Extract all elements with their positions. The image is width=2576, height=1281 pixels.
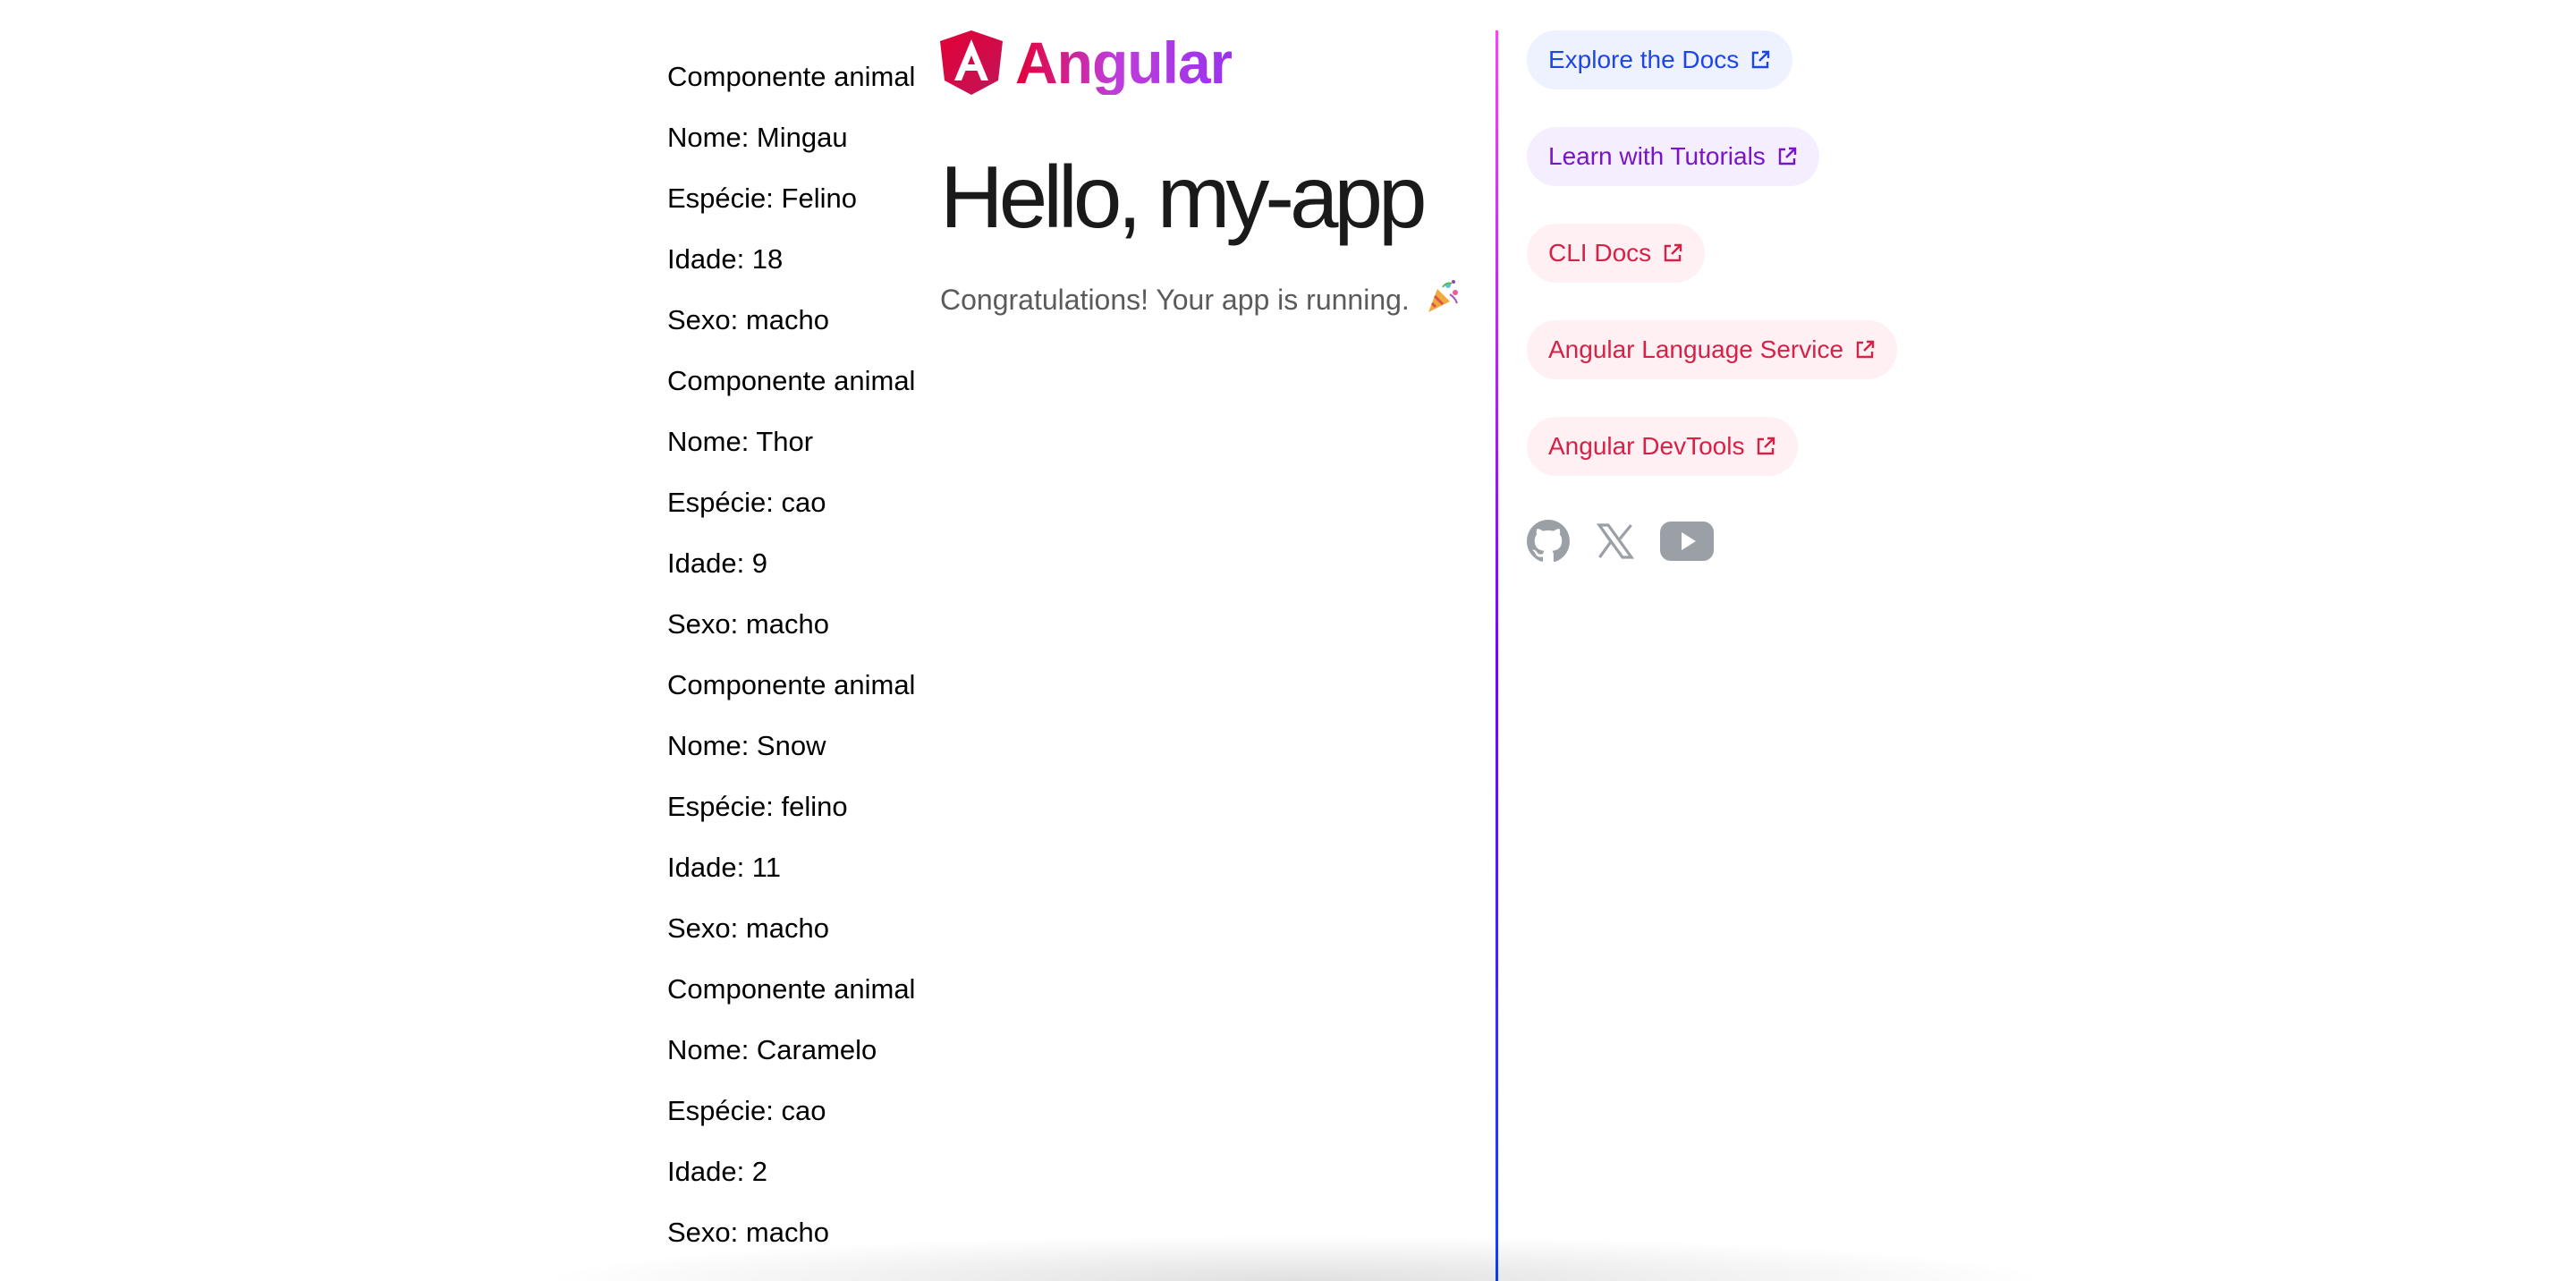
resource-links: Explore the Docs Learn with Tutorials CL… (1527, 30, 1898, 513)
animal-sex: Sexo: macho (667, 304, 829, 335)
animal-card: Componente animal Nome: Mingau Espécie: … (667, 57, 936, 361)
github-icon[interactable] (1526, 519, 1571, 564)
animal-name: Nome: Caramelo (667, 1034, 877, 1065)
link-label: Angular DevTools (1548, 432, 1745, 460)
animal-card: Componente animal Nome: Snow Espécie: fe… (667, 666, 936, 970)
devtools-link[interactable]: Angular DevTools (1527, 417, 1799, 476)
animal-species: Espécie: cao (667, 1095, 826, 1126)
animal-species: Espécie: cao (667, 487, 826, 518)
animal-heading: Componente animal (667, 61, 916, 92)
animal-heading: Componente animal (667, 669, 916, 700)
external-link-icon (1664, 243, 1682, 262)
page-title: Hello, my-app (940, 148, 1428, 246)
animal-name: Nome: Snow (667, 730, 826, 761)
animal-name: Nome: Thor (667, 426, 814, 457)
animal-age: Idade: 11 (667, 852, 781, 883)
animal-age: Idade: 2 (667, 1156, 768, 1187)
animal-sex: Sexo: macho (667, 1217, 829, 1248)
animal-sex: Sexo: macho (667, 608, 829, 640)
animal-name: Nome: Mingau (667, 122, 848, 153)
link-label: Learn with Tutorials (1548, 142, 1766, 170)
vertical-divider (1496, 30, 1498, 1281)
cli-docs-link[interactable]: CLI Docs (1527, 224, 1706, 283)
link-label: Explore the Docs (1548, 46, 1740, 73)
animal-age: Idade: 9 (667, 547, 768, 579)
animal-heading: Componente animal (667, 973, 916, 1005)
animal-list: Componente animal Nome: Mingau Espécie: … (667, 57, 936, 1274)
x-twitter-icon[interactable] (1594, 520, 1637, 563)
animal-species: Espécie: felino (667, 791, 848, 822)
link-label: Angular Language Service (1548, 335, 1844, 363)
party-popper-icon (1425, 278, 1461, 327)
learn-tutorials-link[interactable]: Learn with Tutorials (1527, 127, 1819, 186)
animal-species: Espécie: Felino (667, 182, 857, 214)
animal-card: Componente animal Nome: Caramelo Espécie… (667, 970, 936, 1274)
external-link-icon (1856, 340, 1875, 359)
subtitle-text: Congratulations! Your app is running. (940, 284, 1410, 316)
link-label: CLI Docs (1548, 239, 1652, 267)
external-link-icon (1758, 437, 1775, 455)
angular-logo: Angular (940, 30, 1233, 96)
angular-wordmark: Angular (1015, 30, 1233, 96)
subtitle: Congratulations! Your app is running. (940, 277, 1461, 327)
app-page: Componente animal Nome: Mingau Espécie: … (0, 0, 2576, 1281)
animal-age: Idade: 18 (667, 243, 784, 275)
animal-heading: Componente animal (667, 365, 916, 396)
explore-docs-link[interactable]: Explore the Docs (1527, 30, 1793, 89)
youtube-icon[interactable] (1660, 521, 1714, 562)
social-links (1526, 519, 1737, 564)
animal-sex: Sexo: macho (667, 912, 829, 944)
external-link-icon (1752, 50, 1770, 69)
angular-shield-icon (940, 30, 1003, 95)
external-link-icon (1778, 147, 1796, 165)
animal-card: Componente animal Nome: Thor Espécie: ca… (667, 361, 936, 666)
language-service-link[interactable]: Angular Language Service (1527, 320, 1898, 379)
